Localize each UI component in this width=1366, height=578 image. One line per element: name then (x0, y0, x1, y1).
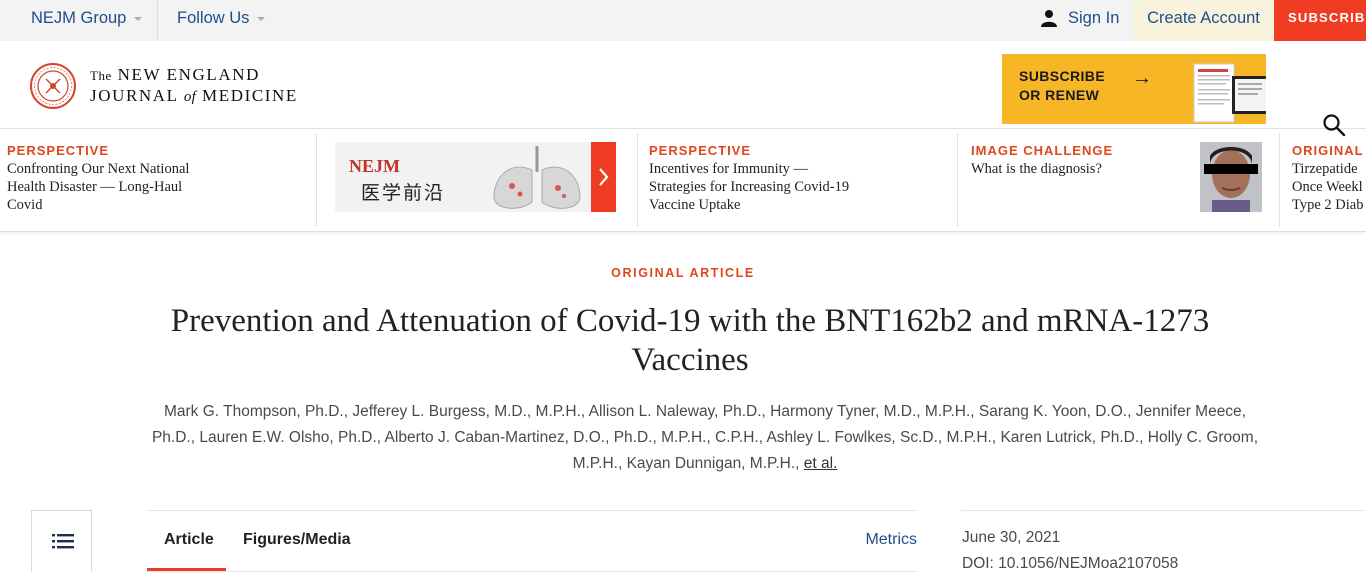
nejm-group-menu[interactable]: NEJM Group (31, 0, 143, 41)
tab-metrics[interactable]: Metrics (865, 511, 917, 569)
sign-in-label: Sign In (1068, 9, 1120, 27)
divider (637, 133, 638, 227)
carousel-card[interactable]: PERSPECTIVE Confronting Our Next Nationa… (7, 129, 212, 231)
card-kicker: ORIGINAL (1292, 143, 1364, 158)
lungs-illustration (493, 146, 581, 209)
chevron-right-icon (599, 168, 609, 186)
journal-issues-icon (1193, 63, 1266, 123)
divider (1279, 133, 1280, 227)
author-list: Mark G. Thompson, Ph.D., Jefferey L. Bur… (150, 399, 1260, 477)
article-tabs: Article Figures/Media Metrics (147, 510, 917, 572)
journal-wordmark[interactable]: The NEW ENGLAND JOURNAL of MEDICINE (90, 65, 298, 107)
card-title: What is the diagnosis? (971, 161, 1102, 177)
sign-in-link[interactable]: Sign In (1040, 0, 1119, 41)
featured-carousel: PERSPECTIVE Confronting Our Next Nationa… (0, 129, 1366, 232)
publication-date: June 30, 2021 (962, 529, 1061, 546)
advertisement-banner[interactable]: NEJM 医学前沿 (335, 142, 616, 212)
card-kicker: PERSPECTIVE (649, 143, 752, 158)
chevron-down-icon (257, 16, 266, 21)
card-kicker: IMAGE CHALLENGE (971, 143, 1114, 158)
card-title: Tirzepatide Once Weekl Type 2 Diab (1292, 161, 1364, 213)
user-icon (1041, 10, 1057, 27)
article-type-label: ORIGINAL ARTICLE (611, 266, 755, 280)
divider (157, 0, 158, 41)
patient-photo (1200, 142, 1262, 212)
brand-of: of (183, 89, 197, 105)
carousel-card[interactable]: IMAGE CHALLENGE What is the diagnosis? (971, 129, 1191, 231)
promo-line2: OR RENEW (1019, 87, 1100, 103)
ad-next-button[interactable] (591, 142, 616, 212)
follow-us-menu[interactable]: Follow Us (177, 0, 266, 41)
tab-article[interactable]: Article (147, 511, 226, 571)
arrow-right-icon: → (1132, 67, 1152, 89)
table-of-contents-button[interactable] (31, 510, 92, 572)
card-kicker: PERSPECTIVE (7, 143, 110, 158)
card-title: Confronting Our Next National Health Dis… (7, 161, 190, 213)
doi-text: DOI: 10.1056/NEJMoa2107058 (962, 555, 1179, 572)
site-header: The NEW ENGLAND JOURNAL of MEDICINE SUBS… (0, 41, 1366, 137)
divider (957, 133, 958, 227)
promo-line1: SUBSCRIBE (1019, 68, 1106, 84)
subscribe-renew-promo[interactable]: SUBSCRIBE OR RENEW → (1002, 54, 1266, 124)
divider (316, 133, 317, 227)
create-account-button[interactable]: Create Account (1133, 0, 1274, 41)
brand-line2b: MEDICINE (202, 86, 298, 105)
tab-figures-media[interactable]: Figures/Media (243, 511, 351, 571)
authors-text: Mark G. Thompson, Ph.D., Jefferey L. Bur… (151, 403, 1259, 472)
promo-text: SUBSCRIBE OR RENEW (1019, 67, 1105, 105)
article-title: Prevention and Attenuation of Covid-19 w… (170, 303, 1210, 378)
carousel-card[interactable]: PERSPECTIVE Incentives for Immunity — St… (649, 129, 854, 231)
list-icon (52, 534, 74, 549)
subscribe-button[interactable]: SUBSCRIBE (1274, 0, 1366, 41)
card-title: Incentives for Immunity — Strategies for… (649, 161, 850, 213)
ad-text: 医学前沿 (361, 183, 446, 204)
ad-logo: NEJM (349, 156, 400, 176)
follow-us-label: Follow Us (177, 9, 250, 27)
brand-the: The (90, 68, 112, 83)
et-al-link[interactable]: et al. (804, 455, 838, 472)
image-challenge-thumbnail[interactable] (1200, 142, 1262, 212)
carousel-card[interactable]: ORIGINAL Tirzepatide Once Weekl Type 2 D… (1292, 129, 1366, 231)
brand-line2a: JOURNAL (90, 86, 179, 105)
brand-line1: NEW ENGLAND (117, 65, 260, 84)
article-meta: June 30, 2021 DOI: 10.1056/NEJMoa2107058 (961, 510, 1366, 578)
nejm-group-label: NEJM Group (31, 9, 127, 27)
chevron-down-icon (134, 16, 143, 21)
nejm-seal-icon[interactable] (30, 63, 76, 109)
top-utility-bar: NEJM Group Follow Us Sign In Create Acco… (0, 0, 1366, 41)
